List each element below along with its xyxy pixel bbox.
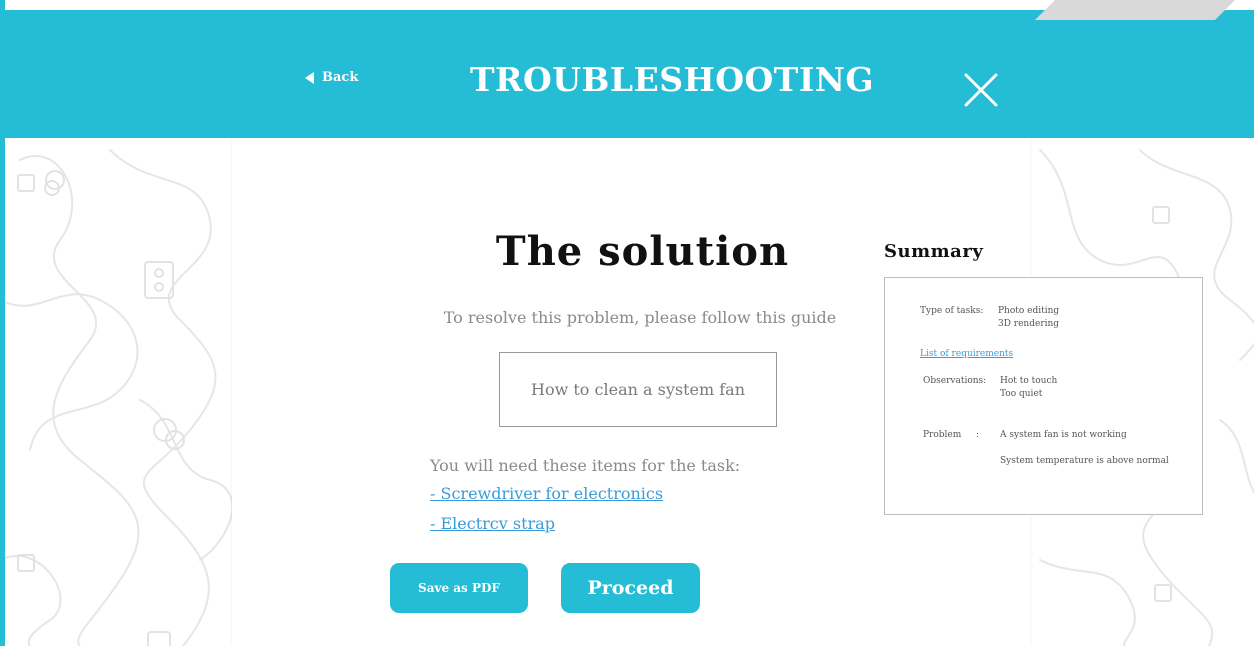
page-title: TROUBLESHOOTING xyxy=(470,60,875,99)
summary-type-value: 3D rendering xyxy=(998,319,1060,329)
summary-problem-separator: : xyxy=(976,430,980,440)
summary-problem-value: System temperature is above normal xyxy=(1000,456,1169,466)
solution-subtitle: To resolve this problem, please follow t… xyxy=(443,308,837,327)
summary-problem-value: A system fan is not working xyxy=(1000,430,1127,440)
summary-observations-label: Observations: xyxy=(923,376,987,386)
back-button[interactable]: Back xyxy=(305,70,358,85)
summary-type-value: Photo editing xyxy=(998,306,1060,316)
guide-link-box[interactable]: How to clean a system fan xyxy=(499,352,777,427)
item-link-strap[interactable]: - Electrcv strap xyxy=(430,514,555,533)
save-pdf-button[interactable]: Save as PDF xyxy=(390,563,528,613)
proceed-button[interactable]: Proceed xyxy=(561,563,700,613)
back-label: Back xyxy=(322,70,359,85)
summary-observation-value: Too quiet xyxy=(1000,389,1043,399)
summary-heading: Summary xyxy=(884,241,984,262)
close-icon[interactable] xyxy=(962,71,1000,109)
items-intro: You will need these items for the task: xyxy=(430,456,741,475)
solution-heading: The solution xyxy=(495,228,790,275)
requirements-link[interactable]: List of requirements xyxy=(920,349,1013,359)
summary-box: Type of tasks: Photo editing 3D renderin… xyxy=(884,277,1203,515)
summary-type-label: Type of tasks: xyxy=(920,306,984,316)
back-arrow-icon xyxy=(305,71,314,84)
item-link-screwdriver[interactable]: - Screwdriver for electronics xyxy=(430,484,663,503)
summary-observation-value: Hot to touch xyxy=(1000,376,1058,386)
left-accent-edge xyxy=(0,0,5,646)
summary-problem-label: Problem xyxy=(923,430,962,440)
